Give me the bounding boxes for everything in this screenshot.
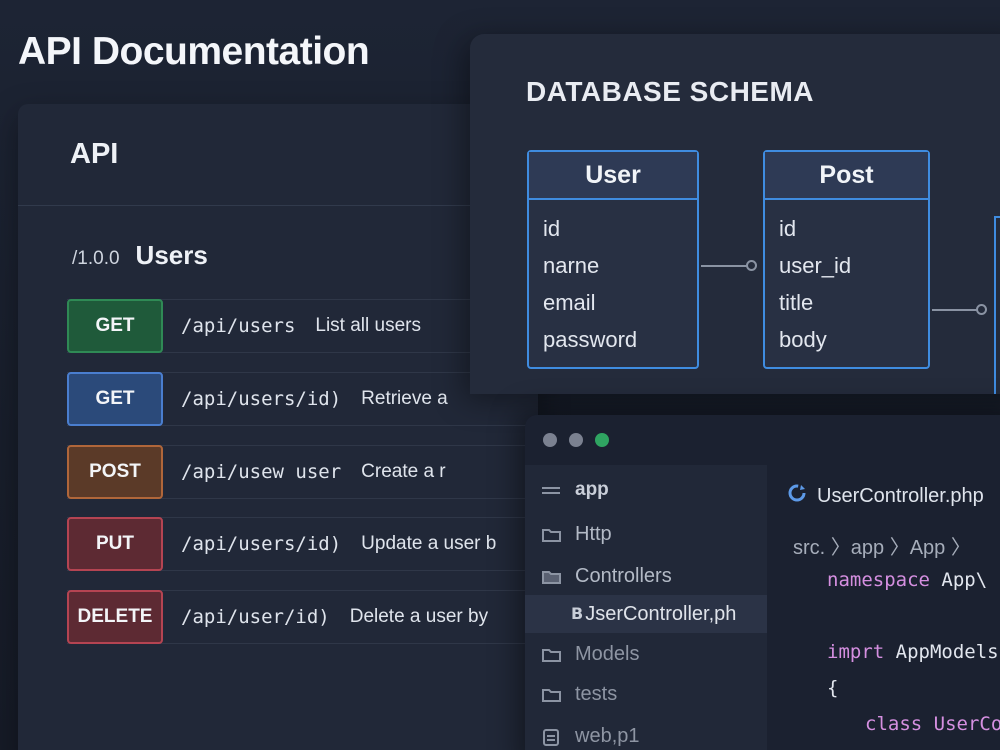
code-text: App\	[929, 569, 988, 591]
method-badge-delete[interactable]: DELETE	[67, 590, 163, 644]
endpoint-row[interactable]: DELETE /api/user/id) Delete a user by	[67, 590, 538, 644]
code-text: AppModels	[884, 641, 999, 663]
code-text: UserCo	[922, 713, 1000, 735]
table-field: title	[779, 290, 814, 315]
endpoint-row[interactable]: GET /api/users List all users	[67, 299, 538, 353]
endpoint-description: Update a user b	[361, 533, 497, 554]
tree-item-label: Models	[575, 643, 640, 665]
table-field: id	[779, 216, 797, 241]
code-line: imprt AppModels	[827, 641, 999, 663]
menu-icon	[541, 481, 563, 499]
section-title-users: Users	[135, 240, 208, 270]
tree-item-usercontroller[interactable]: 𝗕 JserController,ph	[525, 595, 767, 633]
tree-item-label: web,p1	[575, 725, 640, 747]
table-partial	[994, 216, 1000, 394]
table-field: narne	[543, 253, 600, 278]
table-field: password	[543, 327, 638, 352]
table-field: id	[543, 216, 561, 241]
tree-root-app[interactable]: app	[541, 479, 609, 501]
endpoint-row[interactable]: PUT /api/users/id) Update a user b	[67, 517, 538, 571]
table-field: body	[779, 327, 827, 352]
breadcrumb: src. 〉app 〉App 〉	[793, 537, 971, 559]
tree-item-tests[interactable]: tests	[541, 683, 617, 706]
code-keyword: imprt	[827, 641, 885, 663]
code-editor-window: app Http Controllers 𝗕 JserController,ph…	[525, 415, 1000, 750]
endpoint-row[interactable]: GET /api/users/id) Retrieve a	[67, 372, 538, 426]
file-lines-icon	[541, 728, 563, 746]
endpoint-path: /api/users/id)	[181, 388, 342, 410]
page-title: API Documentation	[18, 30, 370, 73]
section-header: /1.0.0 Users	[72, 240, 208, 271]
tree-item-controllers[interactable]: Controllers	[541, 565, 672, 588]
table-field: user_id	[779, 253, 852, 278]
endpoint-path: /api/user/id)	[181, 606, 330, 628]
tree-item-label: JserController,ph	[585, 602, 737, 625]
code-keyword: namespace	[827, 569, 930, 591]
file-icon: 𝗕	[571, 606, 584, 623]
window-minimize-button[interactable]	[569, 433, 583, 447]
tree-item-http[interactable]: Http	[541, 523, 612, 546]
tree-item-models[interactable]: Models	[541, 643, 639, 666]
window-maximize-button[interactable]	[595, 433, 609, 447]
editor-tab-label: UserController.php	[817, 484, 984, 507]
table-post[interactable]: Post id user_id title body	[763, 150, 930, 369]
endpoint-description: List all users	[315, 315, 421, 336]
editor-tab[interactable]: UserController.php	[787, 483, 984, 509]
tree-item-label: Controllers	[575, 565, 672, 587]
schema-title: DATABASE SCHEMA	[526, 76, 815, 107]
endpoint-description: Create a r	[361, 461, 446, 482]
file-explorer: app Http Controllers 𝗕 JserController,ph…	[525, 465, 767, 750]
method-badge-get[interactable]: GET	[67, 372, 163, 426]
table-name: Post	[765, 152, 928, 200]
endpoint-description: Delete a user by	[349, 606, 489, 627]
folder-icon	[541, 686, 563, 704]
relation-endpoint	[976, 304, 987, 315]
folder-icon	[541, 526, 563, 544]
tree-item-label: Http	[575, 523, 612, 545]
table-user[interactable]: User id narne email password	[527, 150, 699, 369]
window-close-button[interactable]	[543, 433, 557, 447]
api-version: /1.0.0	[72, 248, 120, 269]
endpoint-description: Retrieve a	[361, 388, 448, 409]
method-badge-post[interactable]: POST	[67, 445, 163, 499]
endpoint-row[interactable]: POST /api/usew user Create a r	[67, 445, 538, 499]
tree-item-label: tests	[575, 683, 618, 705]
tree-root-label: app	[575, 479, 609, 500]
relation-line	[932, 309, 980, 311]
api-header: API	[18, 104, 538, 206]
endpoint-path: /api/usew user	[181, 461, 342, 483]
database-schema-panel: DATABASE SCHEMA User id narne email pass…	[470, 34, 1000, 394]
endpoint-path: /api/users	[181, 315, 296, 337]
code-keyword: class	[865, 713, 923, 735]
code-line: {	[827, 677, 839, 699]
api-panel: API /1.0.0 Users GET /api/users List all…	[18, 104, 538, 750]
table-name: User	[529, 152, 697, 200]
code-line: namespace App\	[827, 569, 987, 591]
code-area[interactable]: UserController.php src. 〉app 〉App 〉 name…	[767, 465, 1000, 750]
method-badge-put[interactable]: PUT	[67, 517, 163, 571]
refresh-icon	[787, 483, 807, 509]
code-line: class UserCo	[865, 713, 1000, 735]
tree-item-web[interactable]: web,p1	[541, 725, 640, 748]
relation-line	[701, 265, 749, 267]
api-header-title: API	[70, 138, 119, 170]
endpoint-path: /api/users/id)	[181, 533, 342, 555]
folder-icon	[541, 646, 563, 664]
table-field: email	[543, 290, 596, 315]
relation-endpoint	[746, 260, 757, 271]
window-titlebar	[525, 415, 1000, 465]
folder-open-icon	[541, 568, 563, 586]
method-badge-get[interactable]: GET	[67, 299, 163, 353]
